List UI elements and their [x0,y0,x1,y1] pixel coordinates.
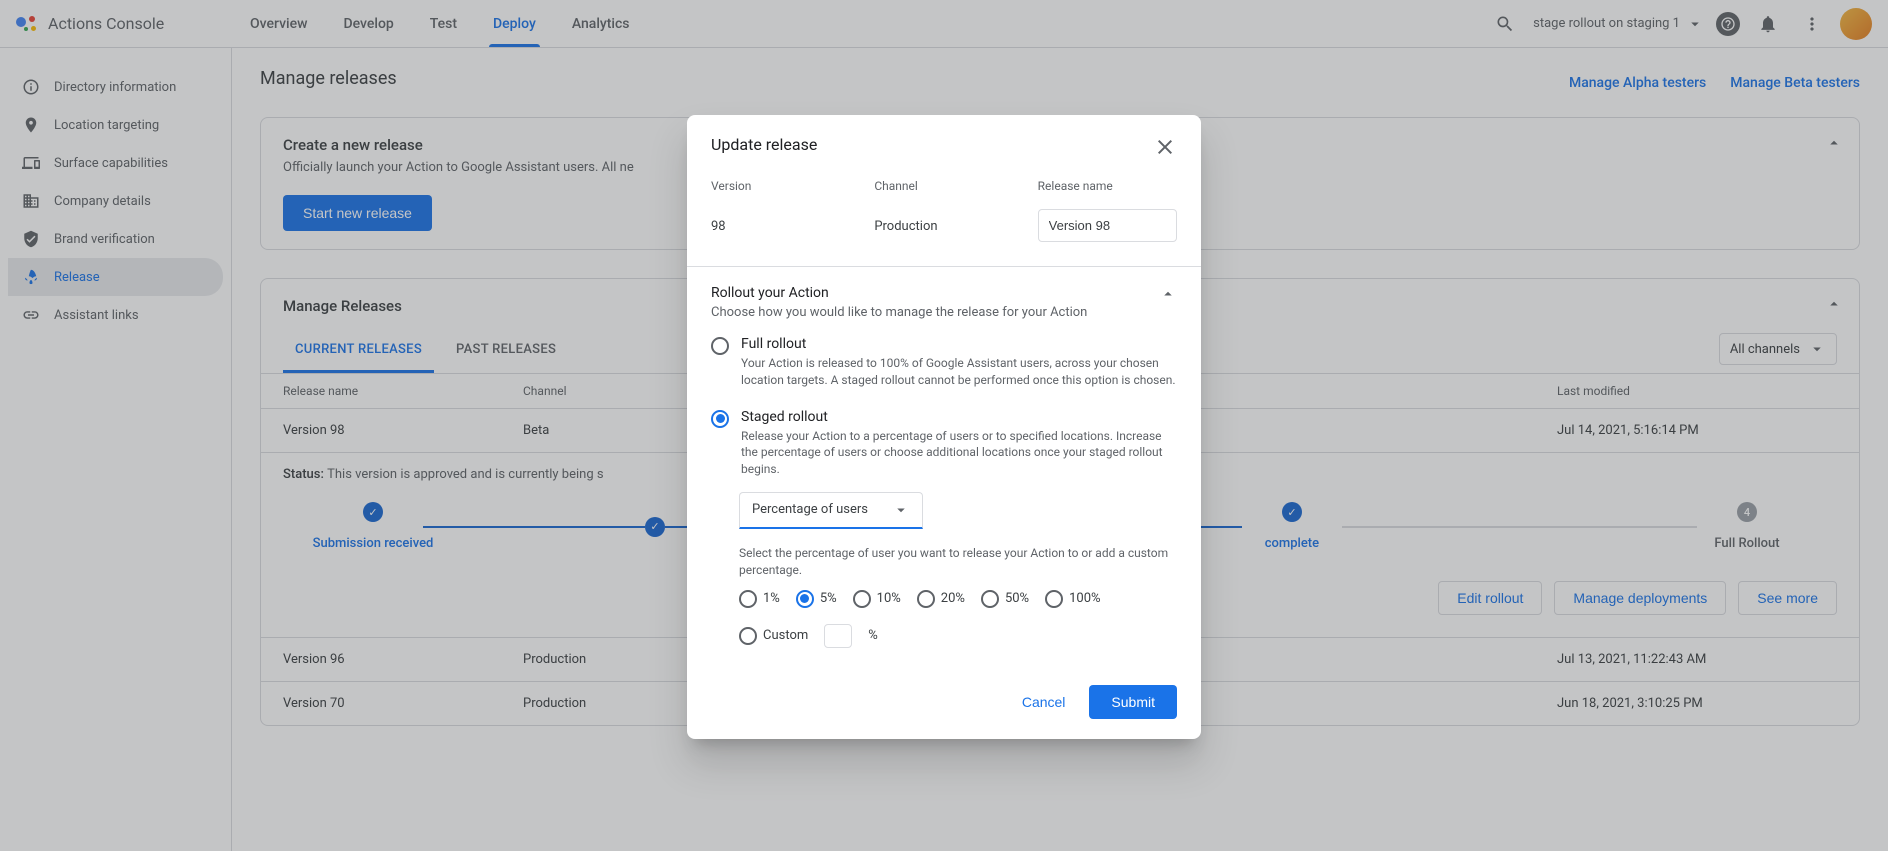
rollout-type-select[interactable]: Percentage of users [739,492,923,529]
dialog-title: Update release [711,135,1153,154]
rollout-section-subtitle: Choose how you would like to manage the … [711,305,1159,320]
release-name-input[interactable] [1038,209,1177,242]
update-release-dialog: Update release Version Channel Release n… [687,115,1201,739]
channel-value: Production [874,219,937,234]
pct-50[interactable]: 50% [981,589,1029,608]
percentage-options: 1% 5% 10% 20% 50% 100% Custom % [739,589,1177,668]
staged-rollout-option[interactable]: Staged rollout Release your Action to a … [711,399,1177,488]
chevron-down-icon [892,501,910,519]
chevron-up-icon[interactable] [1159,285,1177,303]
pct-10[interactable]: 10% [853,589,901,608]
version-label: Version [711,179,850,193]
radio-icon [711,337,729,355]
pct-custom[interactable]: Custom [739,626,808,645]
release-name-label: Release name [1038,179,1177,193]
submit-button[interactable]: Submit [1089,685,1177,719]
full-rollout-option[interactable]: Full rollout Your Action is released to … [711,326,1177,399]
version-value: 98 [711,219,726,234]
custom-pct-input[interactable] [824,624,852,648]
percentage-help-text: Select the percentage of user you want t… [739,545,1177,579]
close-icon[interactable] [1153,135,1177,159]
channel-label: Channel [874,179,1013,193]
cancel-button[interactable]: Cancel [1008,685,1080,719]
pct-5[interactable]: 5% [796,589,837,608]
pct-1[interactable]: 1% [739,589,780,608]
pct-100[interactable]: 100% [1045,589,1100,608]
radio-icon [711,410,729,428]
rollout-section-title: Rollout your Action [711,285,1159,301]
dialog-overlay: Update release Version Channel Release n… [0,0,1888,851]
pct-20[interactable]: 20% [917,589,965,608]
